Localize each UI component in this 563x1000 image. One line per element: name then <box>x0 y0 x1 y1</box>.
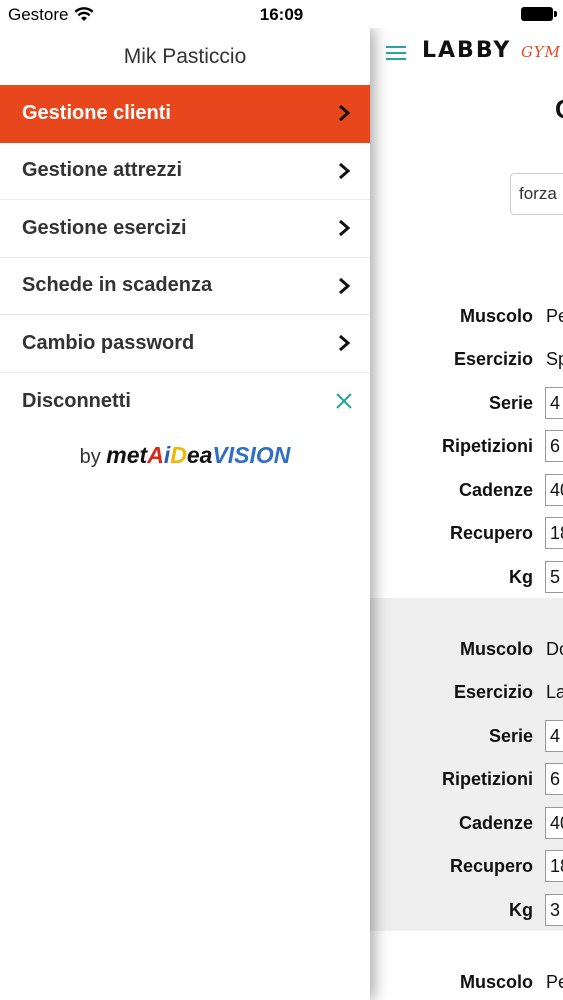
muscolo-value: Do <box>546 639 563 659</box>
cadenze-row: Cadenze 40 <box>370 805 563 841</box>
muscolo-value: Pe <box>546 972 563 992</box>
muscolo-label: Muscolo <box>459 639 533 659</box>
user-name: Mik Pasticcio <box>123 45 247 68</box>
serie-row: Serie 4 <box>370 718 563 754</box>
serie-row: Serie 4 <box>370 385 563 421</box>
exercise-card: Muscolo Do Esercizio La Serie 4 Ripetizi… <box>370 598 563 931</box>
esercizio-value: La <box>546 682 563 702</box>
menu-item-gestione-attrezzi[interactable]: Gestione attrezzi <box>0 143 370 200</box>
chevron-right-icon <box>339 105 351 122</box>
cadenze-input[interactable]: 40 <box>545 807 563 839</box>
main-content: LABBY GYM C forza Muscolo Pe Esercizio S… <box>370 28 563 1000</box>
battery-icon <box>521 7 557 21</box>
ripetizioni-row: Ripetizioni 6 <box>370 761 563 797</box>
recupero-label: Recupero <box>449 856 533 876</box>
chevron-right-icon <box>339 277 351 294</box>
menu-item-schede-in-scadenza[interactable]: Schede in scadenza <box>0 258 370 315</box>
byline-prefix: by <box>79 446 101 468</box>
esercizio-row: Esercizio Sp <box>370 341 563 377</box>
cadenze-label: Cadenze <box>458 480 533 500</box>
esercizio-value: Sp <box>546 349 563 369</box>
muscolo-value: Pe <box>546 306 563 326</box>
ripetizioni-input[interactable]: 6 <box>545 430 563 462</box>
page-title: C <box>555 94 563 125</box>
muscolo-row: Muscolo Pe <box>370 298 563 334</box>
menu-item-disconnetti[interactable]: Disconnetti <box>0 373 370 431</box>
chevron-right-icon <box>339 220 351 237</box>
ripetizioni-label: Ripetizioni <box>442 436 533 456</box>
muscolo-label: Muscolo <box>459 306 533 326</box>
serie-label: Serie <box>488 393 533 413</box>
kg-input[interactable]: 5 <box>545 561 563 593</box>
top-bar: LABBY GYM <box>370 28 563 80</box>
hamburger-menu-icon[interactable] <box>386 46 406 62</box>
brand-part: VISION <box>212 442 291 468</box>
recupero-row: Recupero 18 <box>370 515 563 551</box>
menu-item-label: Gestione attrezzi <box>22 159 183 182</box>
menu-item-label: Cambio password <box>22 331 195 354</box>
brand-part: met <box>106 442 148 468</box>
serie-input[interactable]: 4 <box>545 387 563 419</box>
logo-main-text: LABBY <box>422 38 512 63</box>
brand-part: A <box>147 442 164 468</box>
app-logo: LABBY GYM <box>422 38 561 63</box>
recupero-label: Recupero <box>449 523 533 543</box>
esercizio-row: Esercizio La <box>370 674 563 710</box>
exercise-card: Muscolo Pe Esercizio Sp Serie 4 Ripetizi… <box>370 298 563 598</box>
brand-part: D <box>170 442 187 468</box>
serie-input[interactable]: 4 <box>545 720 563 752</box>
side-drawer: Mik Pasticcio Gestione clienti Gestione … <box>0 28 370 1000</box>
esercizio-label: Esercizio <box>453 349 533 369</box>
kg-row: Kg 3 <box>370 892 563 928</box>
close-icon <box>336 393 352 409</box>
muscolo-label: Muscolo <box>459 972 533 992</box>
brand-part: ea <box>186 442 213 468</box>
ripetizioni-label: Ripetizioni <box>442 769 533 789</box>
menu-item-gestione-esercizi[interactable]: Gestione esercizi <box>0 200 370 258</box>
powered-by: by metAiDeaVISION <box>0 442 370 469</box>
muscolo-row: Muscolo Do <box>370 631 563 667</box>
serie-label: Serie <box>488 726 533 746</box>
clock: 16:09 <box>259 5 304 24</box>
kg-input[interactable]: 3 <box>545 894 563 926</box>
recupero-input[interactable]: 18 <box>545 517 563 549</box>
kg-label: Kg <box>509 900 533 920</box>
menu-item-cambio-password[interactable]: Cambio password <box>0 315 370 373</box>
menu-item-label: Gestione esercizi <box>22 216 187 239</box>
chevron-right-icon <box>339 162 351 179</box>
cadenze-input[interactable]: 40 <box>545 474 563 506</box>
menu-item-label: Schede in scadenza <box>22 274 213 297</box>
recupero-input[interactable]: 18 <box>545 850 563 882</box>
brand-logo: metAiDeaVISION <box>106 442 290 468</box>
status-bar: Gestore 16:09 <box>0 0 563 28</box>
chevron-right-icon <box>339 335 351 352</box>
muscolo-row: Muscolo Pe <box>370 964 563 1000</box>
esercizio-label: Esercizio <box>453 682 533 702</box>
menu-item-gestione-clienti[interactable]: Gestione clienti <box>0 85 370 143</box>
exercise-card: Muscolo Pe <box>370 931 563 1000</box>
ripetizioni-input[interactable]: 6 <box>545 763 563 795</box>
cadenze-row: Cadenze 40 <box>370 472 563 508</box>
recupero-row: Recupero 18 <box>370 848 563 884</box>
cadenze-label: Cadenze <box>458 813 533 833</box>
menu-item-label: Disconnetti <box>22 389 131 412</box>
ripetizioni-row: Ripetizioni 6 <box>370 428 563 464</box>
menu-item-label: Gestione clienti <box>22 101 171 124</box>
kg-label: Kg <box>509 567 533 587</box>
kg-row: Kg 5 <box>370 559 563 595</box>
search-input[interactable]: forza <box>510 173 563 215</box>
logo-sub-text: GYM <box>520 43 561 61</box>
